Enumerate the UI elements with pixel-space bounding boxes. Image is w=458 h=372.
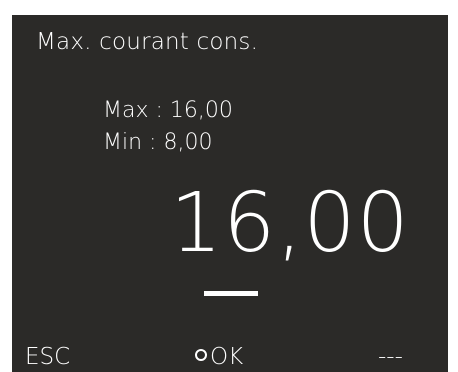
max-separator: : [148,98,170,123]
right-softkey[interactable]: --- [378,344,403,370]
max-row: Max : 16,00 [103,95,233,127]
display-screen: Max. courant cons. Max : 16,00 Min : 8,0… [12,15,448,372]
min-row: Min : 8,00 [103,127,233,159]
max-value: 16,00 [169,98,233,123]
max-label: Max [103,98,149,123]
setpoint-value[interactable]: 16,00 [170,183,410,265]
screen-title: Max. courant cons. [36,29,259,55]
right-softkey-label: --- [378,344,403,370]
digit-cursor [204,291,258,296]
ok-label: OK [210,344,244,370]
limits-panel: Max : 16,00 Min : 8,00 [103,95,233,159]
esc-label: ESC [25,344,71,370]
ok-dot-icon [195,349,207,361]
esc-softkey[interactable]: ESC [25,344,70,370]
min-separator: : [142,130,164,155]
ok-softkey[interactable]: OK [195,344,243,370]
min-value: 8,00 [163,130,213,155]
min-label: Min [103,130,143,155]
